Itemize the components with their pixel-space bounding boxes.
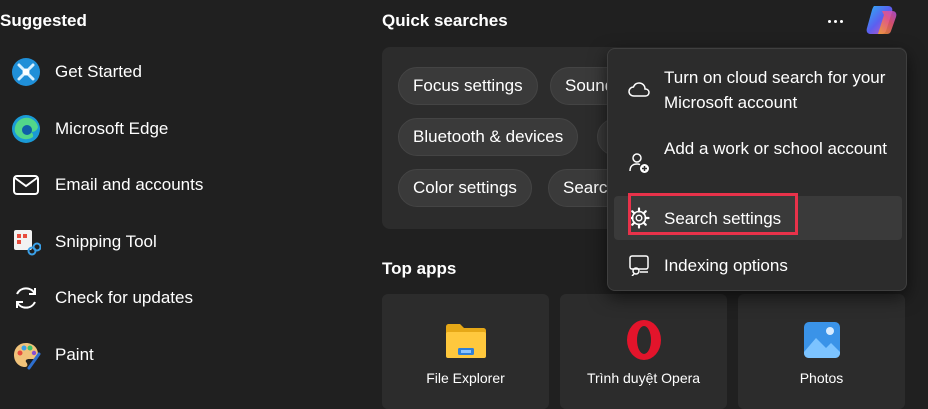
app-label: Photos [799,370,844,386]
suggested-item-get-started[interactable]: Get Started [10,50,340,94]
app-tile-photos[interactable]: Photos [738,294,905,409]
gear-icon [628,207,650,229]
context-menu: Turn on cloud search for your Microsoft … [607,48,907,291]
menu-item-label: Add a work or school account [664,139,888,158]
chip-focus-settings[interactable]: Focus settings [398,67,538,105]
menu-item-label: Search settings [664,209,782,228]
get-started-icon [10,56,42,88]
suggested-title: Suggested [0,11,87,30]
menu-item-label: Turn on cloud search for your Microsoft … [664,68,886,112]
suggested-item-label: Check for updates [55,288,193,307]
opera-icon [622,318,666,362]
app-label: Trình duyệt Opera [586,370,701,386]
suggested-item-check-for-updates[interactable]: Check for updates [10,276,340,320]
photos-icon [800,318,844,362]
menu-item-indexing-options[interactable]: Indexing options [614,245,902,285]
more-icon [827,19,843,23]
suggested-item-label: Paint [55,345,94,364]
app-label: File Explorer [426,370,505,386]
add-person-icon [628,152,650,174]
indexing-icon [628,254,650,276]
paint-palette-icon [10,339,42,371]
menu-item-search-settings[interactable]: Search settings [614,193,902,240]
mail-icon [10,169,42,201]
quick-searches-title: Quick searches [382,11,508,30]
edge-icon [10,113,42,145]
suggested-item-label: Email and accounts [55,175,204,194]
top-apps-title: Top apps [382,259,457,278]
app-tile-opera[interactable]: Trình duyệt Opera [560,294,727,409]
app-tile-file-explorer[interactable]: File Explorer [382,294,549,409]
refresh-icon [10,282,42,314]
folder-icon [444,318,488,362]
chip-bluetooth-devices[interactable]: Bluetooth & devices [398,118,579,156]
suggested-item-label: Snipping Tool [55,232,157,251]
menu-item-add-work-account[interactable]: Add a work or school account [614,134,902,188]
menu-item-label: Indexing options [664,256,788,275]
suggested-item-paint[interactable]: Paint [10,333,340,377]
chip-color-settings[interactable]: Color settings [398,169,532,207]
suggested-item-snipping-tool[interactable]: Snipping Tool [10,220,340,264]
snipping-tool-icon [10,226,42,258]
menu-item-cloud-search[interactable]: Turn on cloud search for your Microsoft … [614,63,902,117]
suggested-item-microsoft-edge[interactable]: Microsoft Edge [10,107,340,151]
suggested-item-label: Get Started [55,62,142,81]
suggested-item-label: Microsoft Edge [55,119,169,138]
cloud-icon [628,79,650,101]
suggested-item-email-and-accounts[interactable]: Email and accounts [10,163,340,207]
copilot-icon[interactable] [862,3,900,37]
more-options-button[interactable] [822,8,848,34]
